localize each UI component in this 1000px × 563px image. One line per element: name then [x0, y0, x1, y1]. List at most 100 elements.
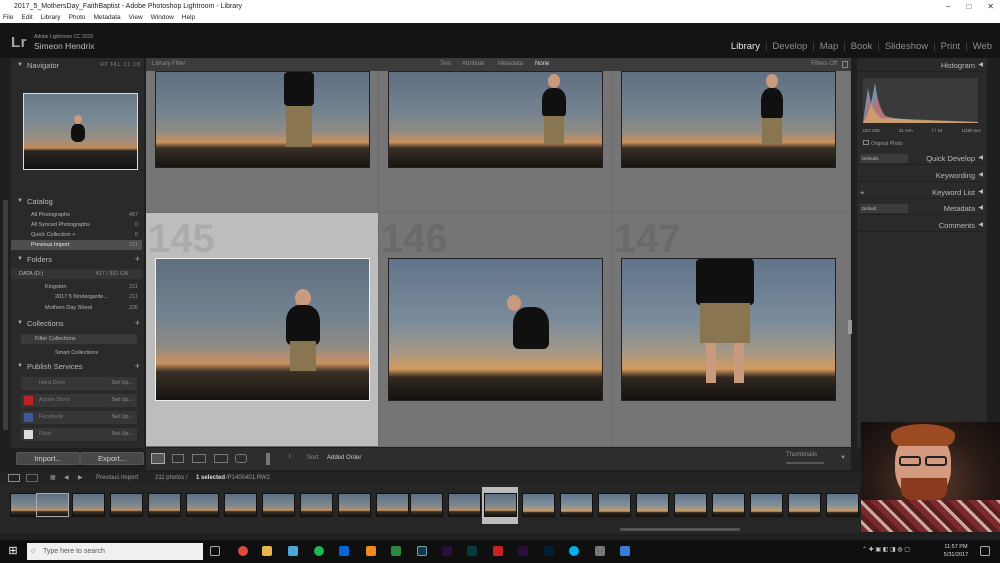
- filmstrip-thumb[interactable]: [186, 493, 219, 517]
- premiere-icon[interactable]: [442, 546, 452, 556]
- filmstrip-thumb[interactable]: [262, 493, 295, 517]
- filter-metadata[interactable]: Metadata: [498, 58, 523, 71]
- grid-mode-icon[interactable]: ▦: [50, 472, 56, 484]
- sort-direction-icon[interactable]: ↕: [288, 453, 292, 460]
- smart-collections-item[interactable]: Smart Collections: [11, 348, 142, 358]
- filter-none[interactable]: None: [535, 58, 549, 71]
- grid-scrollbar[interactable]: [848, 320, 852, 334]
- premiere-icon[interactable]: [518, 546, 528, 556]
- windows-start-icon[interactable]: ⊞: [8, 546, 18, 557]
- module-book[interactable]: Book: [851, 41, 873, 52]
- module-map[interactable]: Map: [820, 41, 838, 52]
- dropbox-icon[interactable]: [339, 546, 349, 556]
- menu-window[interactable]: Window: [151, 13, 174, 23]
- original-photo-toggle[interactable]: Original Photo: [863, 140, 903, 147]
- import-button[interactable]: Import...: [16, 452, 80, 465]
- grid-cell[interactable]: [379, 71, 612, 213]
- publish-service-hard-drive[interactable]: Hard Drive Set Up...: [21, 377, 137, 390]
- toolbar-menu-chevron-icon[interactable]: ▼: [840, 455, 846, 461]
- publish-setup-link[interactable]: Set Up...: [112, 394, 133, 407]
- app-icon[interactable]: [620, 546, 630, 556]
- filmstrip-thumb-selected[interactable]: [484, 493, 517, 517]
- folders-header[interactable]: ▼ Folders +: [11, 253, 144, 266]
- grid-cell[interactable]: [612, 71, 851, 213]
- module-slideshow[interactable]: Slideshow: [885, 41, 928, 52]
- filmstrip-scrollbar[interactable]: [620, 528, 740, 531]
- menu-photo[interactable]: Photo: [69, 13, 86, 23]
- compare-view-icon[interactable]: [192, 454, 206, 463]
- quick-develop-header[interactable]: Quick Develop ◀: [857, 152, 987, 165]
- add-collection-icon[interactable]: +: [135, 317, 140, 330]
- secondary-window-icon[interactable]: [26, 474, 38, 482]
- lightroom-taskbar-icon[interactable]: [417, 546, 427, 556]
- keywording-header[interactable]: Keywording ◀: [857, 169, 987, 182]
- vlc-icon[interactable]: [366, 546, 376, 556]
- menu-library[interactable]: Library: [41, 13, 61, 23]
- acrobat-icon[interactable]: [493, 546, 503, 556]
- sort-dropdown[interactable]: Added Order: [327, 455, 361, 461]
- filmstrip-thumb[interactable]: [300, 493, 333, 517]
- filmstrip-thumb[interactable]: [72, 493, 105, 517]
- filmstrip-thumb[interactable]: [410, 493, 443, 517]
- photoshop-icon[interactable]: [544, 546, 554, 556]
- export-button[interactable]: Export...: [80, 452, 144, 465]
- filmstrip-thumb[interactable]: [712, 493, 745, 517]
- menu-help[interactable]: Help: [182, 13, 195, 23]
- add-keyword-icon[interactable]: +: [860, 186, 864, 199]
- notification-icon[interactable]: [980, 546, 990, 556]
- module-print[interactable]: Print: [941, 41, 961, 52]
- grid-cell[interactable]: 146: [379, 213, 612, 447]
- taskbar-clock[interactable]: 11:57 PM 5/31/2017: [936, 543, 976, 559]
- file-explorer-icon[interactable]: [262, 546, 272, 556]
- collections-header[interactable]: ▼ Collections +: [11, 317, 144, 330]
- filmstrip-thumb[interactable]: [598, 493, 631, 517]
- histogram-graph[interactable]: [863, 78, 978, 123]
- filmstrip[interactable]: [0, 484, 860, 534]
- drive-row[interactable]: DATA (D:) 417 / 931 GB: [11, 269, 142, 279]
- chrome-icon[interactable]: [238, 546, 248, 556]
- maximize-icon[interactable]: □: [966, 0, 971, 13]
- forward-arrow-icon[interactable]: ▶: [78, 472, 83, 484]
- spotify-icon[interactable]: [314, 546, 324, 556]
- filmstrip-thumb[interactable]: [376, 493, 409, 517]
- filters-off-dropdown[interactable]: Filters Off: [811, 58, 837, 71]
- navigator-zoom-options[interactable]: FIT FILL 1:1 1:8: [100, 59, 140, 72]
- zoom-1-1[interactable]: 1:1: [123, 62, 130, 68]
- filmstrip-thumb[interactable]: [148, 493, 181, 517]
- lock-icon[interactable]: [842, 61, 848, 68]
- thumbnail[interactable]: [388, 71, 603, 168]
- thumbnail[interactable]: [155, 258, 370, 401]
- add-publish-service-icon[interactable]: +: [135, 360, 140, 373]
- navigator-preview[interactable]: [23, 93, 138, 170]
- audition-icon[interactable]: [467, 546, 477, 556]
- filmstrip-thumb[interactable]: [750, 493, 783, 517]
- filmstrip-thumb[interactable]: [674, 493, 707, 517]
- folder-item[interactable]: 2017 5 Kindergarde... 211: [11, 292, 142, 302]
- module-develop[interactable]: Develop: [772, 41, 807, 52]
- app-icon[interactable]: [288, 546, 298, 556]
- menu-view[interactable]: View: [129, 13, 143, 23]
- folder-item[interactable]: Mothers Day Shoot 226: [11, 303, 142, 313]
- app-icon[interactable]: [595, 546, 605, 556]
- metadata-header[interactable]: Metadata ◀: [857, 202, 987, 215]
- close-icon[interactable]: ✕: [987, 0, 994, 13]
- filmstrip-selected-frame[interactable]: [482, 487, 518, 524]
- grid-view-icon[interactable]: [151, 453, 165, 464]
- system-tray[interactable]: ⌃ ✚ ▣ ◧ ◨ ◍ ▢: [862, 546, 932, 556]
- thumbnail[interactable]: [621, 71, 836, 168]
- publish-service-flickr[interactable]: Flickr Set Up...: [21, 428, 137, 441]
- filter-text[interactable]: Text: [440, 58, 451, 71]
- publish-services-header[interactable]: ▼ Publish Services +: [11, 360, 144, 373]
- filmstrip-thumb[interactable]: [636, 493, 669, 517]
- module-web[interactable]: Web: [973, 41, 992, 52]
- publish-service-facebook[interactable]: Facebook Set Up...: [21, 411, 137, 424]
- selected-filename[interactable]: /P1400401.RW2: [226, 472, 270, 484]
- loupe-view-icon[interactable]: [172, 454, 184, 463]
- task-view-icon[interactable]: [210, 546, 220, 556]
- filmstrip-thumb[interactable]: [560, 493, 593, 517]
- histogram-header[interactable]: Histogram ◀: [857, 59, 987, 72]
- filmstrip-thumb[interactable]: [826, 493, 859, 517]
- zoom-1-8[interactable]: 1:8: [133, 62, 140, 68]
- catalog-item-selected[interactable]: Previous Import 211: [11, 240, 142, 250]
- zoom-fit[interactable]: FIT: [100, 62, 108, 68]
